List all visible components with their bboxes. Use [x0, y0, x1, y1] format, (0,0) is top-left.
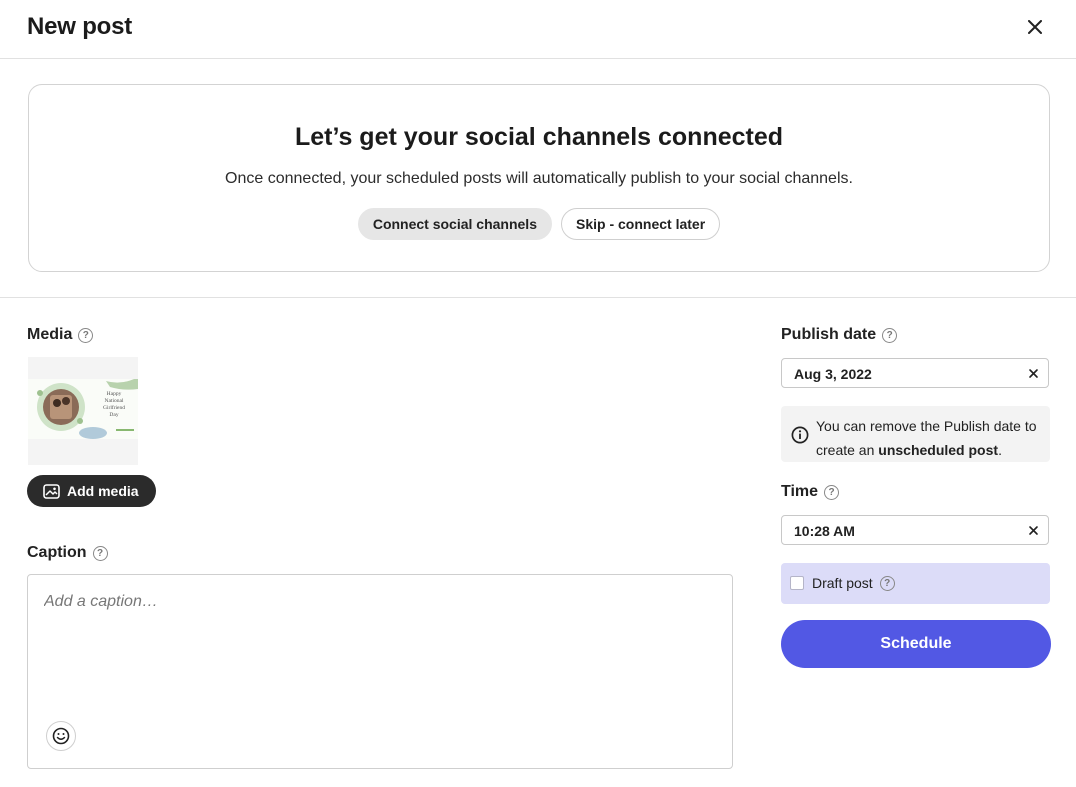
time-value: 10:28 AM: [794, 523, 855, 539]
info-icon: [791, 426, 809, 444]
clear-icon[interactable]: [1028, 525, 1039, 536]
draft-post-label: Draft post ?: [812, 575, 895, 591]
close-button[interactable]: [1022, 14, 1048, 40]
publish-date-label: Publish date ?: [781, 326, 898, 344]
help-icon[interactable]: ?: [882, 327, 898, 343]
media-label-text: Media: [27, 326, 73, 343]
help-icon[interactable]: ?: [92, 545, 108, 561]
draft-post-label-text: Draft post: [812, 575, 873, 591]
help-icon[interactable]: ?: [78, 327, 94, 343]
publish-date-value: Aug 3, 2022: [794, 366, 872, 382]
unscheduled-info: You can remove the Publish date to creat…: [781, 406, 1050, 462]
publish-date-label-text: Publish date: [781, 326, 877, 343]
schedule-button[interactable]: Schedule: [781, 620, 1051, 668]
time-label: Time ?: [781, 483, 840, 501]
modal-header: New post: [0, 0, 1076, 59]
banner-heading: Let’s get your social channels connected: [294, 123, 784, 151]
info-text-end: .: [998, 442, 1002, 458]
thumbnail-image: Happy National Girlfriend Day: [28, 379, 138, 439]
draft-post-checkbox[interactable]: [790, 576, 804, 590]
add-media-button[interactable]: Add media: [27, 475, 156, 507]
caption-input[interactable]: [44, 593, 704, 611]
smiley-icon: [52, 727, 70, 745]
help-icon[interactable]: ?: [879, 575, 895, 591]
banner-subtext: Once connected, your scheduled posts wil…: [225, 170, 853, 187]
emoji-button[interactable]: [46, 721, 76, 751]
caption-label-text: Caption: [27, 544, 87, 561]
image-icon: [43, 483, 60, 499]
caption-label: Caption ?: [27, 544, 108, 562]
time-field[interactable]: 10:28 AM: [781, 515, 1049, 545]
publish-date-field[interactable]: Aug 3, 2022: [781, 358, 1049, 388]
caption-field[interactable]: [27, 574, 733, 769]
skip-connect-later-button[interactable]: Skip - connect later: [561, 208, 721, 240]
close-icon: [1028, 20, 1042, 34]
media-thumbnail[interactable]: Happy National Girlfriend Day: [28, 357, 138, 465]
banner-actions: Connect social channels Skip - connect l…: [29, 208, 1049, 240]
clear-icon[interactable]: [1028, 368, 1039, 379]
draft-post-option[interactable]: Draft post ?: [781, 563, 1050, 604]
help-icon[interactable]: ?: [824, 484, 840, 500]
time-label-text: Time: [781, 483, 819, 500]
info-text-bold: unscheduled post: [878, 442, 999, 458]
page-title: New post: [27, 13, 133, 40]
connect-social-channels-button[interactable]: Connect social channels: [357, 208, 552, 240]
section-divider: [0, 297, 1076, 298]
thumbnail-text: Happy National Girlfriend Day: [103, 391, 125, 418]
info-text: You can remove the Publish date to creat…: [816, 414, 1046, 462]
connect-channels-banner: Let’s get your social channels connected…: [28, 84, 1050, 272]
add-media-label: Add media: [67, 483, 139, 499]
media-label: Media ?: [27, 326, 94, 344]
